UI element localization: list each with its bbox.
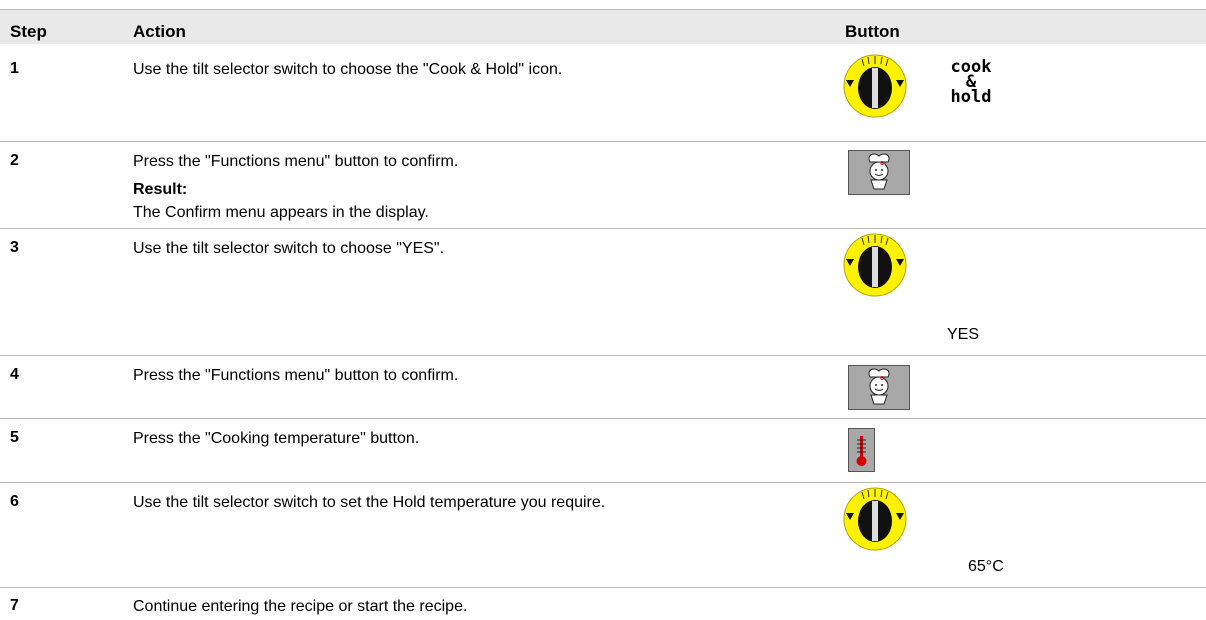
step-action: Press the "Functions menu" button to con…	[133, 367, 459, 384]
row-divider	[0, 228, 1206, 229]
step-number: 6	[10, 493, 19, 510]
step-action: Use the tilt selector switch to set the …	[133, 494, 606, 511]
tilt-selector-knob-icon	[843, 233, 907, 297]
column-header-action: Action	[133, 22, 186, 41]
step-number: 3	[10, 239, 19, 256]
step-action: Use the tilt selector switch to choose t…	[133, 61, 563, 78]
result-label: Result:	[133, 181, 188, 198]
svg-text:c: c	[880, 160, 884, 167]
row-divider	[0, 587, 1206, 588]
row-divider	[0, 355, 1206, 356]
column-header-step: Step	[10, 22, 47, 41]
svg-text:c: c	[880, 375, 884, 382]
selected-value: 65°C	[968, 558, 1004, 575]
step-number: 5	[10, 429, 19, 446]
tilt-selector-knob-icon	[843, 54, 907, 118]
thermometer-icon	[848, 428, 875, 472]
step-number: 4	[10, 366, 19, 383]
step-action: Press the "Cooking temperature" button.	[133, 430, 420, 447]
selected-value: YES	[947, 326, 980, 343]
step-number: 7	[10, 597, 19, 614]
result-text: The Confirm menu appears in the display.	[133, 204, 429, 221]
chef-functions-menu-icon: c	[848, 365, 910, 410]
row-divider	[0, 482, 1206, 483]
cook-and-hold-icon: cook & hold	[950, 57, 992, 107]
tilt-selector-knob-icon	[843, 487, 907, 551]
row-divider	[0, 141, 1206, 142]
chef-functions-menu-icon: c	[848, 150, 910, 195]
step-action: Continue entering the recipe or start th…	[133, 598, 468, 615]
row-divider	[0, 418, 1206, 419]
step-number: 2	[10, 152, 19, 169]
step-action: Press the "Functions menu" button to con…	[133, 153, 459, 170]
step-number: 1	[10, 60, 19, 77]
step-action: Use the tilt selector switch to choose "…	[133, 240, 445, 257]
column-header-button: Button	[845, 22, 900, 41]
